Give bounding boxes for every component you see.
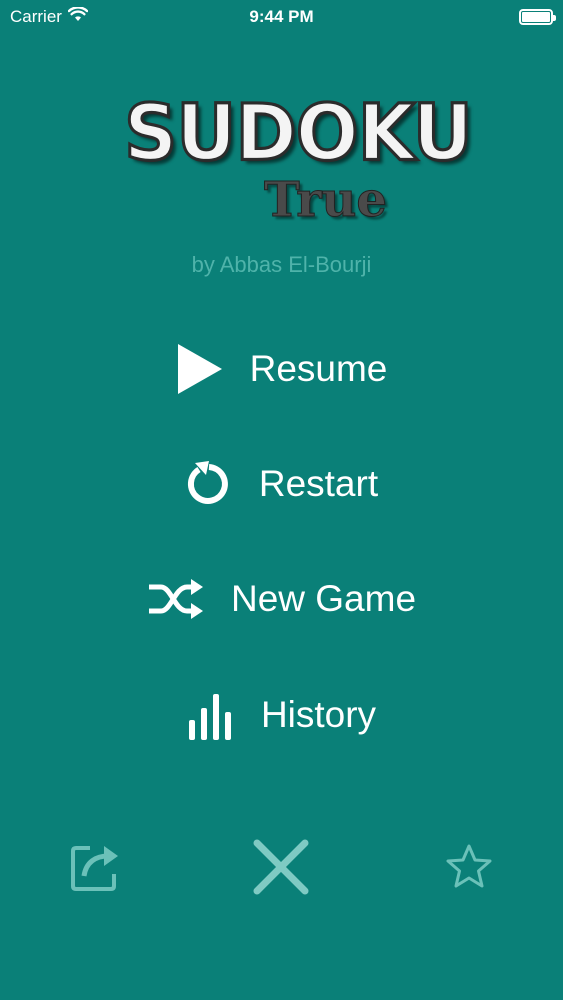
status-bar: Carrier 9:44 PM <box>0 0 563 34</box>
author-credit: by Abbas El-Bourji <box>191 252 372 277</box>
resume-label: Resume <box>249 348 388 389</box>
share-button[interactable] <box>66 840 124 898</box>
app-logo: SUDOKU True <box>0 86 563 230</box>
status-left: Carrier <box>10 6 89 27</box>
battery-fill <box>522 12 550 22</box>
restart-icon <box>185 460 233 508</box>
history-label: History <box>260 694 377 735</box>
share-icon <box>68 840 122 899</box>
logo-subtitle: True <box>264 172 388 229</box>
carrier-label: Carrier <box>10 7 62 26</box>
star-icon <box>444 843 494 896</box>
restart-button[interactable]: Restart <box>0 449 563 519</box>
bar-chart-icon <box>187 690 235 740</box>
shuffle-icon <box>147 577 205 621</box>
new-game-button[interactable]: New Game <box>0 564 563 634</box>
close-button[interactable] <box>250 838 312 900</box>
new-game-label: New Game <box>230 578 417 619</box>
logo-title: SUDOKU <box>123 86 475 179</box>
restart-label: Restart <box>258 463 379 504</box>
history-button[interactable]: History <box>0 680 563 750</box>
rate-button[interactable] <box>442 843 496 895</box>
resume-button[interactable]: Resume <box>0 334 563 404</box>
play-icon <box>176 342 224 396</box>
close-icon <box>251 837 311 902</box>
wifi-icon <box>67 6 89 27</box>
battery-icon <box>519 9 556 25</box>
